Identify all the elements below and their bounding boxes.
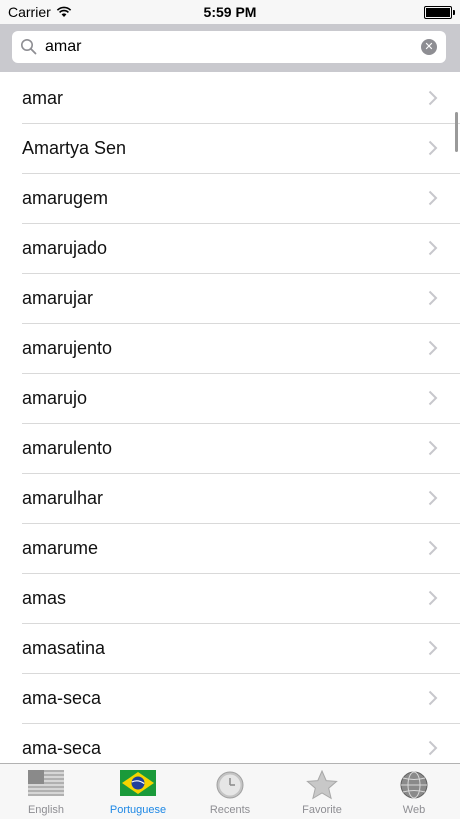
list-item[interactable]: amarume [22, 524, 460, 574]
tab-recents[interactable]: Recents [184, 764, 276, 819]
list-item[interactable]: amas [22, 574, 460, 624]
search-field[interactable]: ✕ [12, 31, 446, 63]
list-item-label: amarume [22, 538, 99, 558]
list-item-label: amarujo [22, 388, 88, 408]
search-bar: ✕ [0, 24, 460, 72]
list-item[interactable]: ama-seca [22, 674, 460, 724]
chevron-right-icon [428, 290, 438, 311]
clock-icon [212, 770, 248, 800]
list-item[interactable]: amar [22, 74, 460, 124]
list-item[interactable]: Amartya Sen [22, 124, 460, 174]
chevron-right-icon [428, 440, 438, 461]
list-item[interactable]: amarujar [22, 274, 460, 324]
chevron-right-icon [428, 590, 438, 611]
us-flag-icon [28, 770, 64, 800]
list-item-label: Amartya Sen [22, 138, 127, 158]
battery-icon [424, 6, 455, 19]
list-item-label: amarujado [22, 238, 108, 258]
list-item[interactable]: ama-seca [22, 724, 460, 761]
list-item[interactable]: amarujento [22, 324, 460, 374]
chevron-right-icon [428, 640, 438, 661]
star-icon [304, 769, 340, 800]
chevron-right-icon [428, 690, 438, 711]
chevron-right-icon [428, 540, 438, 561]
list-item-label: amarugem [22, 188, 109, 208]
search-input[interactable] [45, 37, 405, 57]
chevron-right-icon [428, 390, 438, 411]
globe-icon [396, 770, 432, 800]
tab-bar: English Portuguese Recents Favorite Web [0, 763, 460, 819]
clear-icon[interactable]: ✕ [421, 39, 437, 55]
tab-english[interactable]: English [0, 764, 92, 819]
tab-english-label: English [27, 804, 65, 816]
list-item-label: amasatina [22, 638, 106, 658]
search-icon [20, 38, 38, 61]
list-item-label: ama-seca [22, 738, 102, 758]
chevron-right-icon [428, 340, 438, 361]
tab-favorite-label: Favorite [302, 804, 342, 816]
list-item-label: amarulento [22, 438, 113, 458]
tab-portuguese-label: Portuguese [109, 804, 167, 816]
chevron-right-icon [428, 190, 438, 211]
chevron-right-icon [428, 140, 438, 161]
list-item[interactable]: amarulento [22, 424, 460, 474]
tab-web[interactable]: Web [368, 764, 460, 819]
tab-favorite[interactable]: Favorite [276, 764, 368, 819]
list-item[interactable]: amarugem [22, 174, 460, 224]
list-item[interactable]: amarujo [22, 374, 460, 424]
scroll-indicator[interactable] [455, 112, 458, 152]
chevron-right-icon [428, 490, 438, 511]
list-item[interactable]: amarulhar [22, 474, 460, 524]
tab-portuguese[interactable]: Portuguese [92, 764, 184, 819]
chevron-right-icon [428, 240, 438, 261]
status-bar: Carrier 5:59 PM [0, 0, 460, 24]
tab-recents-label: Recents [209, 804, 251, 816]
chevron-right-icon [428, 90, 438, 111]
list-item-label: amarujento [22, 338, 113, 358]
list-item-label: ama-seca [22, 688, 102, 708]
list-item-label: amar [22, 88, 64, 108]
status-time: 5:59 PM [203, 4, 257, 20]
results-list: amar Amartya Sen amarugem amarujado amarujar… [0, 74, 460, 761]
tab-web-label: Web [402, 804, 426, 816]
list-item-label: amarujar [22, 288, 94, 308]
list-item[interactable]: amasatina [22, 624, 460, 674]
list-item-label: amas [22, 588, 67, 608]
brazil-flag-icon [120, 770, 156, 800]
list-item-label: amarulhar [22, 488, 104, 508]
list-item[interactable]: amarujado [22, 224, 460, 274]
chevron-right-icon [428, 740, 438, 761]
